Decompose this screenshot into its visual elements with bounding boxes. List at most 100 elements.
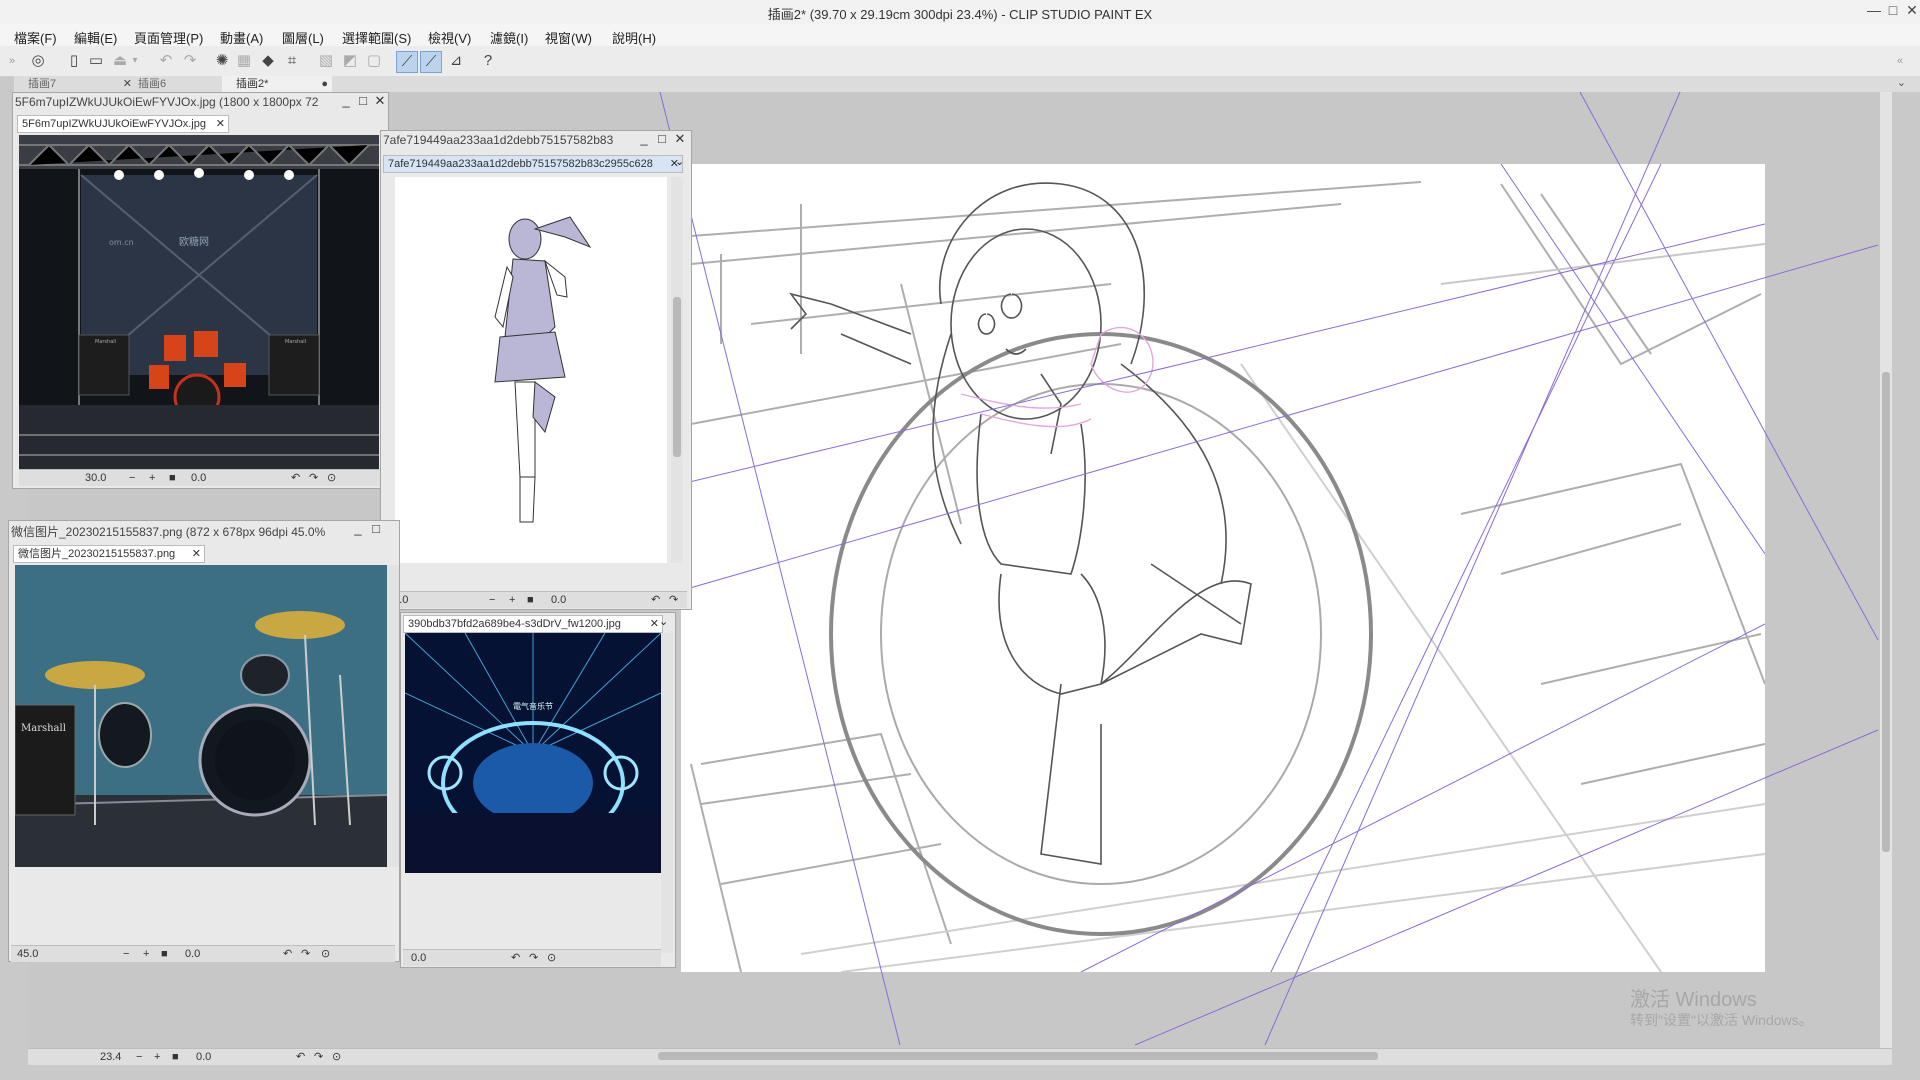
reference-window-sketch[interactable]: 7afe719449aa233aa1d2debb75157582b83 _ □ … <box>380 130 692 610</box>
menu-view[interactable]: 檢視(V) <box>428 28 471 47</box>
menu-file[interactable]: 檔案(F) <box>14 28 57 47</box>
fit-icon[interactable]: ■ <box>169 470 176 486</box>
reset-rotation-icon[interactable]: ⊙ <box>332 1049 341 1065</box>
clear-icon[interactable]: ▦ <box>234 51 254 71</box>
undo-icon[interactable]: ↶ <box>156 51 176 71</box>
clip-studio-icon[interactable]: ◎ <box>28 51 48 71</box>
main-vertical-scrollbar[interactable] <box>1880 92 1892 1048</box>
modified-dot-icon[interactable]: ● <box>321 76 328 92</box>
zoom-value[interactable]: 45.0 <box>17 946 38 962</box>
reset-rotation-icon[interactable]: ⊙ <box>327 470 336 486</box>
fit-icon[interactable]: ■ <box>172 1049 179 1065</box>
scroll-thumb[interactable] <box>673 297 681 457</box>
menu-window[interactable]: 視窗(W) <box>545 28 592 47</box>
zoom-value[interactable]: 23.4 <box>100 1049 121 1065</box>
transform-icon[interactable]: ⌗ <box>282 51 302 71</box>
menu-filter[interactable]: 濾鏡(I) <box>490 28 528 47</box>
menu-layer[interactable]: 圖層(L) <box>282 28 324 47</box>
rotate-right-icon[interactable]: ↷ <box>301 946 310 962</box>
menu-help[interactable]: 說明(H) <box>612 28 656 47</box>
chevron-down-icon[interactable]: ⌄ <box>675 155 684 168</box>
tab-illustration-7[interactable]: 插画7 ✕ <box>14 76 136 92</box>
open-file-icon[interactable]: ▭ <box>86 51 106 71</box>
minimize-icon[interactable]: _ <box>349 521 367 536</box>
zoom-value[interactable]: 30.0 <box>85 470 106 486</box>
rotation-value[interactable]: 0.0 <box>196 1049 211 1065</box>
tab-sketch-image[interactable]: 7afe719449aa233aa1d2debb75157582b83c2955… <box>383 155 683 173</box>
maximize-icon[interactable]: □ <box>653 131 671 146</box>
zoom-out-icon[interactable]: − <box>129 470 135 486</box>
zoom-out-icon[interactable]: − <box>489 592 495 608</box>
fit-icon[interactable]: ■ <box>161 946 168 962</box>
rotate-right-icon[interactable]: ↷ <box>669 592 678 608</box>
close-icon[interactable]: ✕ <box>216 116 225 132</box>
maximize-icon[interactable]: □ <box>354 93 372 108</box>
tab-drums-image[interactable]: 微信图片_20230215155837.png ✕ <box>13 545 205 563</box>
vertical-scrollbar[interactable] <box>661 633 673 953</box>
rotate-right-icon[interactable]: ↷ <box>314 1049 323 1065</box>
rotation-value[interactable]: 0.0 <box>191 470 206 486</box>
tab-concert-image[interactable]: 390bdb37bfd2a689be4-s3dDrV_fw1200.jpg ✕ <box>403 615 663 633</box>
main-canvas[interactable] <box>680 163 1766 973</box>
selection-border-icon[interactable]: ◩ <box>340 51 360 71</box>
clip-layer-icon[interactable]: ▢ <box>364 51 384 71</box>
help-icon[interactable]: ? <box>478 51 498 71</box>
zoom-in-icon[interactable]: + <box>149 470 155 486</box>
zoom-out-icon[interactable]: − <box>123 946 129 962</box>
rotation-value[interactable]: 0.0 <box>185 946 200 962</box>
close-icon[interactable]: ✕ <box>371 93 389 109</box>
close-icon[interactable]: ✕ <box>192 546 201 562</box>
reset-rotation-icon[interactable]: ⊙ <box>321 946 330 962</box>
fill-icon[interactable]: ◆ <box>258 51 278 71</box>
scroll-thumb[interactable] <box>1882 372 1890 852</box>
reference-window-stage[interactable]: 5F6m7upIZWkUJUkOiEwFYVJOx.jpg (1800 x 18… <box>12 92 389 489</box>
zoom-in-icon[interactable]: + <box>509 592 515 608</box>
reset-rotation-icon[interactable]: ⊙ <box>547 950 556 966</box>
vertical-scrollbar[interactable] <box>671 177 683 563</box>
menu-selection[interactable]: 選擇範圍(S) <box>342 28 411 47</box>
collapse-icon[interactable]: « <box>1890 51 1910 71</box>
hide-selection-icon[interactable]: ▧ <box>316 51 336 71</box>
zoom-in-icon[interactable]: + <box>154 1049 160 1065</box>
minimize-icon[interactable]: _ <box>337 93 355 108</box>
reference-window-concert[interactable]: 390bdb37bfd2a689be4-s3dDrV_fw1200.jpg ✕ … <box>400 612 676 968</box>
rotate-left-icon[interactable]: ↶ <box>283 946 292 962</box>
minimize-button[interactable]: — <box>1864 2 1884 18</box>
loading-icon[interactable]: ✺ <box>212 51 232 71</box>
horizontal-scroll-thumb[interactable] <box>658 1052 1378 1060</box>
menu-animation[interactable]: 動畫(A) <box>220 28 263 47</box>
tab-illustration-2[interactable]: 插画2* ● <box>222 76 332 92</box>
rotation-value[interactable]: 0.0 <box>551 592 566 608</box>
grid-snap-icon[interactable]: ⊿ <box>446 51 466 71</box>
chevron-down-icon[interactable]: ⌄ <box>1897 76 1906 89</box>
rotate-right-icon[interactable]: ↷ <box>529 950 538 966</box>
zoom-out-icon[interactable]: − <box>136 1049 142 1065</box>
fit-icon[interactable]: ■ <box>527 592 534 608</box>
rotate-right-icon[interactable]: ↷ <box>309 470 318 486</box>
rotate-left-icon[interactable]: ↶ <box>651 592 660 608</box>
rotate-left-icon[interactable]: ↶ <box>291 470 300 486</box>
rotate-left-icon[interactable]: ↶ <box>296 1049 305 1065</box>
vertical-scrollbar[interactable] <box>387 565 399 867</box>
rotate-left-icon[interactable]: ↶ <box>511 950 520 966</box>
maximize-button[interactable]: □ <box>1883 2 1903 18</box>
chevron-down-icon[interactable]: ▾ <box>130 51 140 71</box>
chevron-down-icon[interactable]: ⌄ <box>659 615 668 628</box>
tab-illustration-6[interactable]: 插画6 ✕ <box>124 76 234 92</box>
close-icon[interactable]: ✕ <box>650 616 659 632</box>
menu-page[interactable]: 頁面管理(P) <box>134 28 203 47</box>
close-button[interactable]: ✕ <box>1902 2 1920 19</box>
maximize-icon[interactable]: □ <box>367 521 385 536</box>
menu-edit[interactable]: 編輯(E) <box>74 28 117 47</box>
new-file-icon[interactable]: ▯ <box>64 51 84 71</box>
rotation-value[interactable]: 0.0 <box>411 950 426 966</box>
zoom-in-icon[interactable]: + <box>143 946 149 962</box>
reference-window-drums[interactable]: 微信图片_20230215155837.png (872 x 678px 96d… <box>8 520 400 962</box>
minimize-icon[interactable]: _ <box>635 131 653 146</box>
special-ruler-snap-icon[interactable]: ⟋ <box>420 51 442 73</box>
tab-stage-image[interactable]: 5F6m7upIZWkUJUkOiEwFYVJOx.jpg ✕ <box>17 115 229 133</box>
save-icon[interactable]: ⏏ <box>110 51 130 71</box>
redo-icon[interactable]: ↷ <box>180 51 200 71</box>
close-icon[interactable]: ✕ <box>671 131 689 147</box>
ruler-snap-icon[interactable]: ⟋ <box>396 51 418 73</box>
